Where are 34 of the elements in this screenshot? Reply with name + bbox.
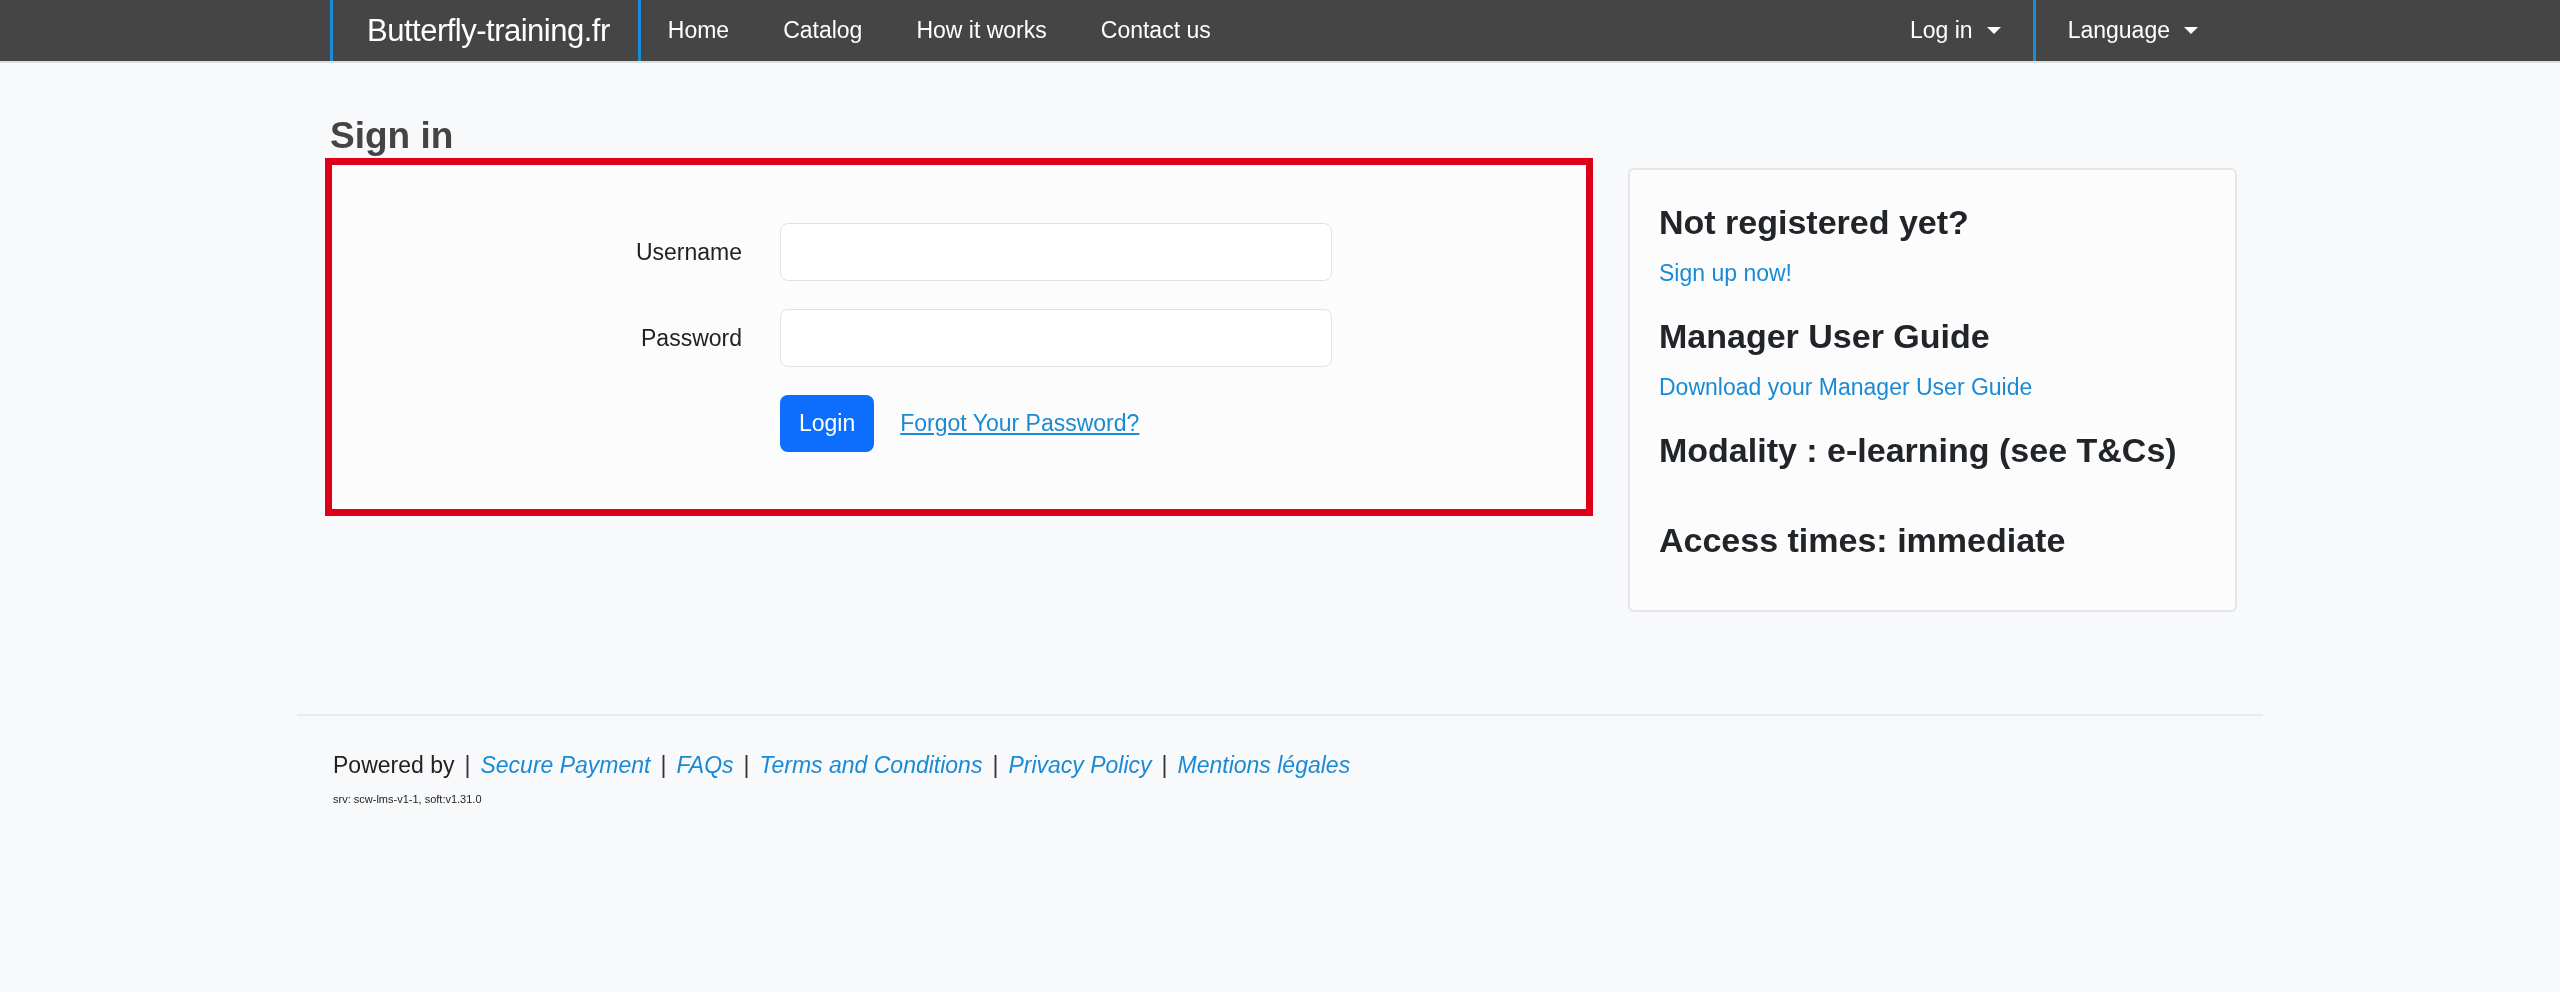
footer-text: Powered by [333, 752, 455, 779]
footer-link[interactable]: Terms and Conditions [759, 752, 983, 779]
text-link[interactable]: Sign up now! [1659, 258, 1792, 288]
footer-link[interactable]: Privacy Policy [1008, 752, 1152, 779]
text-link[interactable]: Download your Manager User Guide [1659, 372, 2033, 402]
brand-link[interactable]: Butterfly-training.fr [330, 0, 641, 61]
separator: | [992, 752, 999, 779]
separator: | [1161, 752, 1168, 779]
footer-link[interactable]: FAQs [676, 752, 734, 779]
input-field[interactable] [780, 309, 1332, 367]
section-heading: Modality : e-learning (see T&Cs) [1659, 430, 2177, 471]
page-title: Sign in [329, 114, 455, 158]
nav-link[interactable]: Catalog [756, 0, 890, 61]
separator: | [660, 752, 667, 779]
nav-dropdown[interactable]: Language [2032, 0, 2230, 61]
input-field[interactable] [780, 223, 1332, 281]
forgot-password-link[interactable]: Forgot Your Password? [900, 410, 1140, 437]
footer-link[interactable]: Secure Payment [480, 752, 651, 779]
caret-icon [2184, 27, 2198, 34]
login-button[interactable]: Login [780, 395, 875, 452]
separator: | [743, 752, 750, 779]
version-text: srv: scw-lms-v1-1, soft:v1.31.0 [333, 793, 483, 805]
section-heading: Access times: immediate [1659, 520, 2066, 561]
section-heading: Manager User Guide [1659, 316, 1990, 357]
nav-link[interactable]: How it works [889, 0, 1074, 61]
nav-dropdown[interactable]: Log in [1878, 0, 2033, 61]
field-label: Password [640, 324, 742, 352]
field-label: Username [634, 238, 742, 266]
footer-link[interactable]: Mentions légales [1177, 752, 1351, 779]
nav-link[interactable]: Home [640, 0, 757, 61]
section-heading: Not registered yet? [1659, 202, 1969, 243]
caret-icon [1986, 27, 2001, 34]
separator: | [464, 752, 471, 779]
nav-link[interactable]: Contact us [1073, 0, 1238, 61]
